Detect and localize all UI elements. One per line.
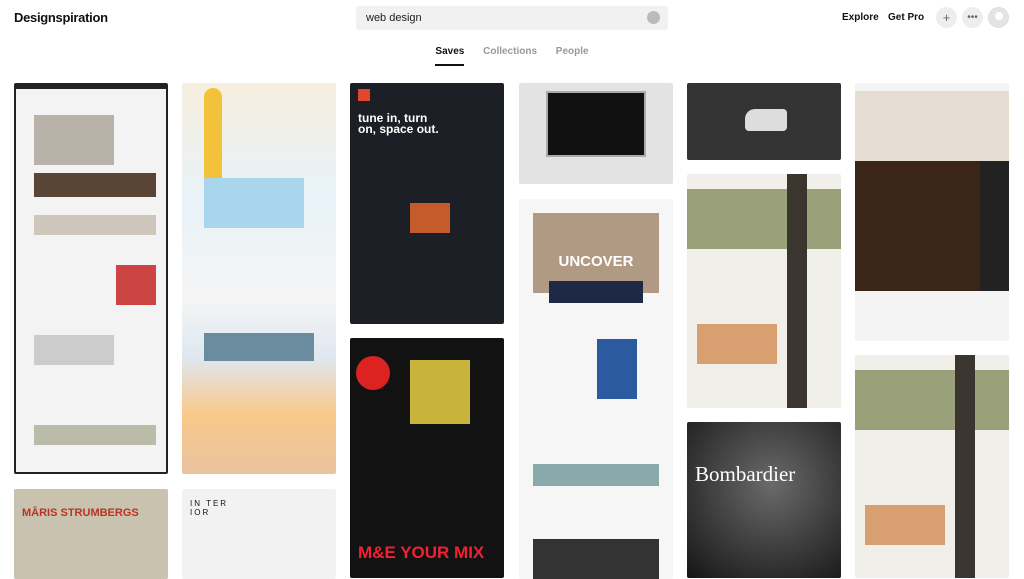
plus-icon[interactable]: + [936,7,957,28]
get-pro-link[interactable]: Get Pro [888,12,924,23]
save-card[interactable] [687,174,841,408]
palette-icon[interactable] [647,11,660,24]
save-card[interactable] [687,83,841,160]
logo[interactable]: Designspiration [14,10,108,25]
save-card[interactable] [14,83,168,474]
save-card[interactable]: IN TER IOR [182,489,336,579]
save-card[interactable] [182,83,336,474]
search-value: web design [366,12,422,24]
card-text: tune in, turn on, space out. [358,111,439,136]
card-text: Bombardier [695,462,796,486]
save-card[interactable]: UNCOVER [519,199,673,579]
save-card[interactable]: tune in, turn on, space out. [350,83,504,324]
tab-saves[interactable]: Saves [435,46,465,66]
tab-collections[interactable]: Collections [483,46,537,64]
card-text: IN TER IOR [190,499,229,517]
save-card[interactable]: MĀRIS STRUMBERGS [14,489,168,579]
save-card[interactable] [855,355,1009,578]
tab-people[interactable]: People [556,46,589,64]
card-text: UNCOVER [558,253,634,270]
explore-link[interactable]: Explore [842,12,879,23]
ellipsis-icon[interactable]: ••• [962,7,983,28]
save-card[interactable]: M&E YOUR MIX [350,338,504,578]
save-card[interactable] [519,83,673,184]
card-text: M&E YOUR MIX [358,543,485,562]
save-card[interactable] [855,83,1009,341]
save-card[interactable]: Bombardier [687,422,841,578]
avatar[interactable] [988,7,1009,28]
search-input[interactable]: web design [356,6,668,30]
card-text: MĀRIS STRUMBERGS [22,507,139,519]
tabs: Saves Collections People [0,46,1024,66]
